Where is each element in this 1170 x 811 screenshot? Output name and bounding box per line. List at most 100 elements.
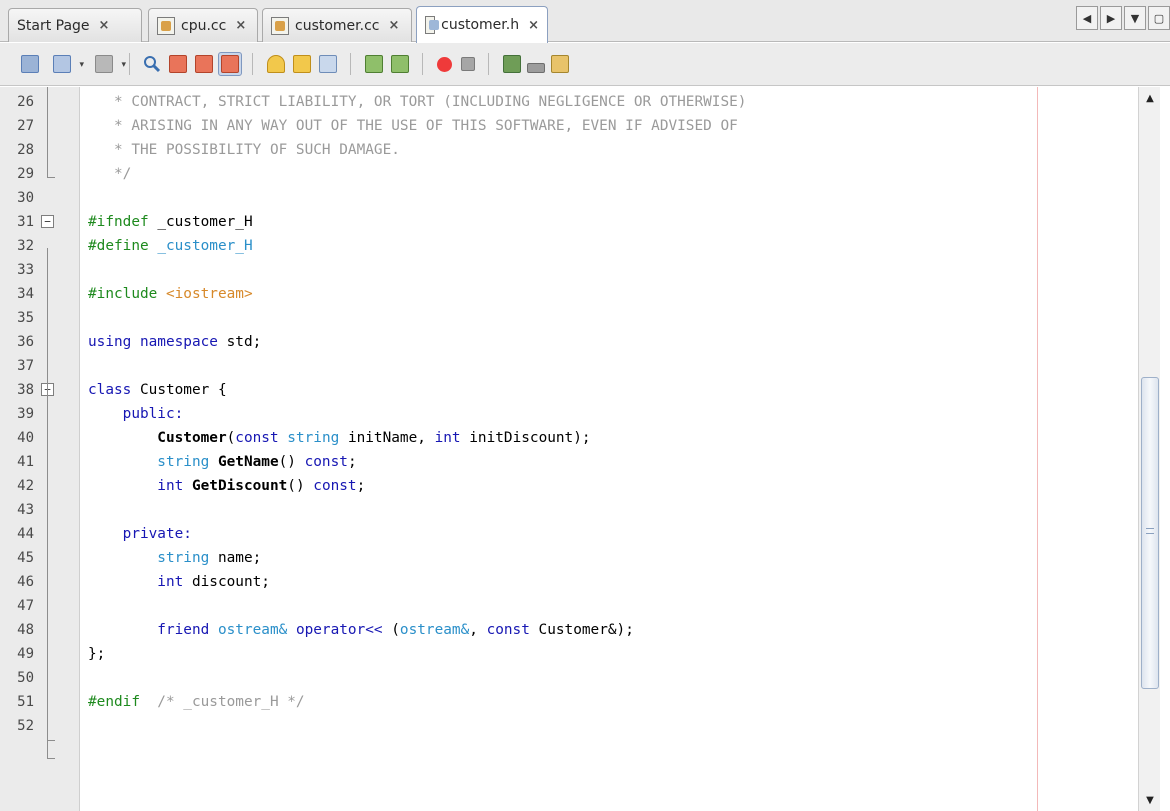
fold-guide: [47, 248, 48, 758]
line-number: 28: [17, 142, 34, 158]
show-opened-documents-button[interactable]: ▼: [1124, 6, 1146, 30]
code-line[interactable]: 44 private:: [0, 522, 1140, 546]
scroll-down-arrow[interactable]: ▼: [1140, 791, 1160, 809]
restore-window-button[interactable]: ▢: [1148, 6, 1170, 30]
find-selection-icon[interactable]: [140, 52, 164, 76]
line-number: 32: [17, 238, 34, 254]
code-text: * ARISING IN ANY WAY OUT OF THE USE OF T…: [88, 114, 738, 138]
code-token: initDiscount);: [460, 430, 591, 446]
close-tab-icon[interactable]: ×: [235, 18, 246, 33]
comment-icon[interactable]: [500, 52, 524, 76]
forward-history-dropdown-icon[interactable]: ▾: [50, 52, 84, 76]
code-line[interactable]: 26 * CONTRACT, STRICT LIABILITY, OR TORT…: [0, 90, 1140, 114]
toggle-bookmark-icon[interactable]: [264, 52, 288, 76]
line-number: 30: [17, 190, 34, 206]
code-text: friend ostream& operator<< (ostream&, co…: [88, 618, 634, 642]
previous-bookmark-icon[interactable]: [290, 52, 314, 76]
code-line[interactable]: 48 friend ostream& operator<< (ostream&,…: [0, 618, 1140, 642]
line-number: 49: [17, 646, 34, 662]
uncomment-icon[interactable]: [524, 52, 548, 76]
toolbar-separator: [422, 53, 423, 75]
code-line[interactable]: 42 int GetDiscount() const;: [0, 474, 1140, 498]
code-token: * ARISING IN ANY WAY OUT OF THE USE OF T…: [88, 118, 738, 134]
tab-navigation: ◀ ▶ ▼ ▢: [1076, 6, 1170, 32]
code-token: ostream&: [399, 622, 470, 638]
shift-left-icon[interactable]: [362, 52, 386, 76]
code-line[interactable]: 31− #ifndef _customer_H: [0, 210, 1140, 234]
diff-icon[interactable]: [548, 52, 572, 76]
code-text: #include <iostream>: [88, 282, 253, 306]
code-token: GetName: [209, 454, 279, 470]
code-line[interactable]: 28 * THE POSSIBILITY OF SUCH DAMAGE.: [0, 138, 1140, 162]
code-line[interactable]: 33: [0, 258, 1140, 282]
close-tab-icon[interactable]: ×: [99, 18, 110, 33]
stop-macro-icon[interactable]: [456, 52, 480, 76]
code-token: const: [235, 430, 279, 446]
code-text: * THE POSSIBILITY OF SUCH DAMAGE.: [88, 138, 400, 162]
last-edit-dropdown-icon[interactable]: ▾: [92, 52, 126, 76]
code-token: (): [278, 454, 305, 470]
toolbar-separator: [350, 53, 351, 75]
code-line[interactable]: 32 #define _customer_H: [0, 234, 1140, 258]
code-line[interactable]: 46 int discount;: [0, 570, 1140, 594]
tab-label: customer.cc: [295, 17, 380, 34]
tab-customer-h[interactable]: customer.h ×: [416, 6, 548, 43]
code-line[interactable]: 30: [0, 186, 1140, 210]
code-token: using namespace: [88, 334, 218, 350]
fold-collapse-icon[interactable]: −: [41, 215, 54, 228]
shift-right-icon[interactable]: [388, 52, 412, 76]
scroll-up-arrow[interactable]: ▲: [1140, 89, 1160, 107]
code-line[interactable]: 41 string GetName() const;: [0, 450, 1140, 474]
close-tab-icon[interactable]: ×: [528, 18, 539, 33]
code-line[interactable]: 37: [0, 354, 1140, 378]
line-number: 50: [17, 670, 34, 686]
toolbar-separator: [252, 53, 253, 75]
start-macro-icon[interactable]: [432, 52, 456, 76]
code-line[interactable]: 39 public:: [0, 402, 1140, 426]
code-token: */: [88, 166, 132, 182]
scroll-tabs-right-button[interactable]: ▶: [1100, 6, 1122, 30]
tab-start-page[interactable]: Start Page ×: [8, 8, 142, 42]
code-token: _customer_H: [148, 238, 253, 254]
code-line[interactable]: 43: [0, 498, 1140, 522]
code-text: };: [88, 642, 105, 666]
code-token: string: [88, 454, 210, 470]
code-token: #include: [88, 286, 158, 302]
scroll-tabs-left-button[interactable]: ◀: [1076, 6, 1098, 30]
line-number: 42: [17, 478, 34, 494]
code-line[interactable]: 34 #include <iostream>: [0, 282, 1140, 306]
code-token: const: [486, 622, 530, 638]
code-line[interactable]: 50: [0, 666, 1140, 690]
code-text: Customer(const string initName, int init…: [88, 426, 591, 450]
fold-guide-tick: [47, 740, 55, 741]
tab-cpu-cc[interactable]: cpu.cc ×: [148, 8, 258, 42]
scrollbar-thumb[interactable]: [1141, 377, 1159, 689]
code-line[interactable]: 36 using namespace std;: [0, 330, 1140, 354]
code-line[interactable]: 45 string name;: [0, 546, 1140, 570]
line-number: 31: [17, 214, 34, 230]
code-token: GetDiscount: [183, 478, 288, 494]
vertical-scrollbar[interactable]: ▲ ▼: [1138, 87, 1160, 811]
code-token: (: [226, 430, 236, 446]
tab-customer-cc[interactable]: customer.cc ×: [262, 8, 412, 42]
code-line[interactable]: 52: [0, 714, 1140, 738]
code-token: <iostream>: [157, 286, 253, 302]
find-next-icon[interactable]: [192, 52, 216, 76]
code-line[interactable]: 38−class Customer {: [0, 378, 1140, 402]
toggle-highlight-search-icon[interactable]: [218, 52, 242, 76]
code-line[interactable]: 47: [0, 594, 1140, 618]
close-tab-icon[interactable]: ×: [389, 18, 400, 33]
code-line[interactable]: 29 */: [0, 162, 1140, 186]
code-line[interactable]: 40 Customer(const string initName, int i…: [0, 426, 1140, 450]
back-history-icon[interactable]: [18, 52, 42, 76]
code-token: const: [304, 454, 348, 470]
code-line[interactable]: 35: [0, 306, 1140, 330]
code-editor[interactable]: 26 * CONTRACT, STRICT LIABILITY, OR TORT…: [0, 87, 1170, 811]
code-line[interactable]: 27 * ARISING IN ANY WAY OUT OF THE USE O…: [0, 114, 1140, 138]
line-number: 26: [17, 94, 34, 110]
find-previous-icon[interactable]: [166, 52, 190, 76]
code-line[interactable]: 51 #endif /* _customer_H */: [0, 690, 1140, 714]
next-bookmark-icon[interactable]: [316, 52, 340, 76]
code-line[interactable]: 49};: [0, 642, 1140, 666]
code-text: #endif /* _customer_H */: [88, 690, 305, 714]
